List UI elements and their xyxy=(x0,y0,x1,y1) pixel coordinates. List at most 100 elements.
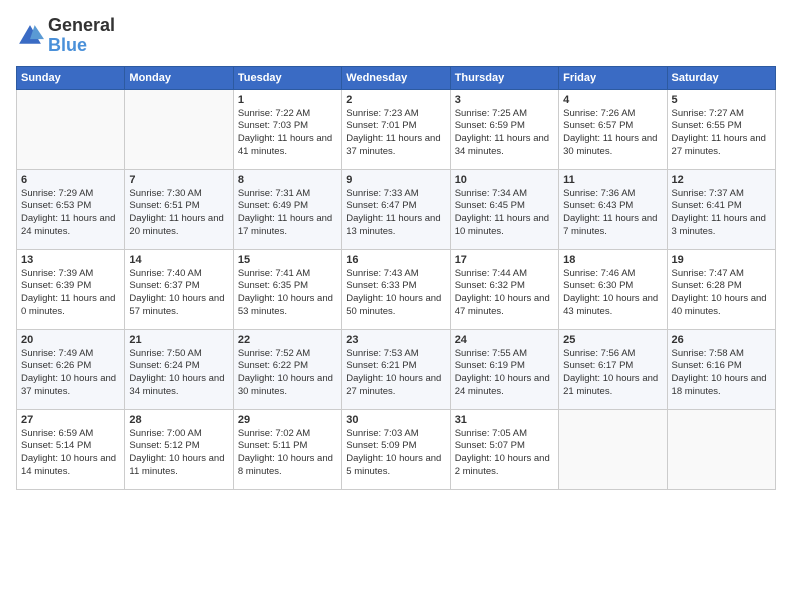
day-number: 24 xyxy=(455,334,554,346)
day-detail: Sunrise: 7:23 AMSunset: 7:01 PMDaylight:… xyxy=(346,108,445,159)
day-number: 21 xyxy=(129,334,228,346)
calendar-cell: 2 Sunrise: 7:23 AMSunset: 7:01 PMDaylight… xyxy=(342,89,450,169)
calendar-cell xyxy=(125,89,233,169)
calendar-cell: 26 Sunrise: 7:58 AMSunset: 6:16 PMDayligh… xyxy=(667,329,775,409)
calendar-week-row: 1 Sunrise: 7:22 AMSunset: 7:03 PMDaylight… xyxy=(17,89,776,169)
day-detail: Sunrise: 7:50 AMSunset: 6:24 PMDaylight:… xyxy=(129,348,228,399)
day-number: 25 xyxy=(563,334,662,346)
calendar-cell: 21 Sunrise: 7:50 AMSunset: 6:24 PMDayligh… xyxy=(125,329,233,409)
logo-icon xyxy=(16,22,44,50)
calendar-cell: 24 Sunrise: 7:55 AMSunset: 6:19 PMDayligh… xyxy=(450,329,558,409)
calendar-cell: 20Sunrise: 7:49 AMSunset: 6:26 PMDayligh… xyxy=(17,329,125,409)
calendar-cell: 3Sunrise: 7:25 AMSunset: 6:59 PMDaylight… xyxy=(450,89,558,169)
calendar-cell: 23 Sunrise: 7:53 AMSunset: 6:21 PMDayligh… xyxy=(342,329,450,409)
day-detail: Sunrise: 7:37 AMSunset: 6:41 PMDaylight:… xyxy=(672,188,771,239)
day-detail: Sunrise: 7:46 AMSunset: 6:30 PMDaylight:… xyxy=(563,268,662,319)
calendar-cell: 17 Sunrise: 7:44 AMSunset: 6:32 PMDayligh… xyxy=(450,249,558,329)
day-number: 11 xyxy=(563,174,662,186)
day-number: 23 xyxy=(346,334,445,346)
col-header-tuesday: Tuesday xyxy=(233,66,341,89)
col-header-monday: Monday xyxy=(125,66,233,89)
day-number: 29 xyxy=(238,414,337,426)
day-detail: Sunrise: 7:44 AMSunset: 6:32 PMDaylight:… xyxy=(455,268,554,319)
day-number: 5 xyxy=(672,94,771,106)
logo-text: General Blue xyxy=(48,16,115,56)
day-detail: Sunrise: 7:53 AMSunset: 6:21 PMDaylight:… xyxy=(346,348,445,399)
day-detail: Sunrise: 7:43 AMSunset: 6:33 PMDaylight:… xyxy=(346,268,445,319)
col-header-thursday: Thursday xyxy=(450,66,558,89)
calendar-cell: 15 Sunrise: 7:41 AMSunset: 6:35 PMDayligh… xyxy=(233,249,341,329)
calendar-cell: 19 Sunrise: 7:47 AMSunset: 6:28 PMDayligh… xyxy=(667,249,775,329)
day-detail: Sunrise: 7:41 AMSunset: 6:35 PMDaylight:… xyxy=(238,268,337,319)
day-number: 30 xyxy=(346,414,445,426)
day-number: 17 xyxy=(455,254,554,266)
day-detail: Sunrise: 7:52 AMSunset: 6:22 PMDaylight:… xyxy=(238,348,337,399)
day-detail: Sunrise: 7:40 AMSunset: 6:37 PMDaylight:… xyxy=(129,268,228,319)
calendar-cell: 29 Sunrise: 7:02 AMSunset: 5:11 PMDayligh… xyxy=(233,409,341,489)
day-number: 6 xyxy=(21,174,120,186)
day-detail: Sunrise: 7:55 AMSunset: 6:19 PMDaylight:… xyxy=(455,348,554,399)
calendar-cell: 28Sunrise: 7:00 AMSunset: 5:12 PMDayligh… xyxy=(125,409,233,489)
day-number: 9 xyxy=(346,174,445,186)
logo: General Blue xyxy=(16,16,115,56)
day-detail: Sunrise: 7:22 AMSunset: 7:03 PMDaylight:… xyxy=(238,108,337,159)
col-header-wednesday: Wednesday xyxy=(342,66,450,89)
day-number: 22 xyxy=(238,334,337,346)
page-header: General Blue xyxy=(16,16,776,56)
calendar-cell: 31Sunrise: 7:05 AMSunset: 5:07 PMDayligh… xyxy=(450,409,558,489)
calendar-cell: 27 Sunrise: 6:59 AMSunset: 5:14 PMDayligh… xyxy=(17,409,125,489)
day-number: 2 xyxy=(346,94,445,106)
day-detail: Sunrise: 7:27 AMSunset: 6:55 PMDaylight:… xyxy=(672,108,771,159)
day-number: 3 xyxy=(455,94,554,106)
col-header-friday: Friday xyxy=(559,66,667,89)
day-number: 16 xyxy=(346,254,445,266)
day-detail: Sunrise: 7:03 AMSunset: 5:09 PMDaylight:… xyxy=(346,428,445,479)
calendar-cell: 6 Sunrise: 7:29 AMSunset: 6:53 PMDaylight… xyxy=(17,169,125,249)
day-number: 18 xyxy=(563,254,662,266)
day-number: 26 xyxy=(672,334,771,346)
day-detail: Sunrise: 7:58 AMSunset: 6:16 PMDaylight:… xyxy=(672,348,771,399)
day-detail: Sunrise: 7:30 AMSunset: 6:51 PMDaylight:… xyxy=(129,188,228,239)
calendar-week-row: 27 Sunrise: 6:59 AMSunset: 5:14 PMDayligh… xyxy=(17,409,776,489)
day-number: 28 xyxy=(129,414,228,426)
calendar-cell: 22 Sunrise: 7:52 AMSunset: 6:22 PMDayligh… xyxy=(233,329,341,409)
calendar-cell: 9 Sunrise: 7:33 AMSunset: 6:47 PMDaylight… xyxy=(342,169,450,249)
day-detail: Sunrise: 7:47 AMSunset: 6:28 PMDaylight:… xyxy=(672,268,771,319)
day-number: 14 xyxy=(129,254,228,266)
day-detail: Sunrise: 7:49 AMSunset: 6:26 PMDaylight:… xyxy=(21,348,120,399)
col-header-saturday: Saturday xyxy=(667,66,775,89)
day-detail: Sunrise: 7:34 AMSunset: 6:45 PMDaylight:… xyxy=(455,188,554,239)
day-detail: Sunrise: 7:56 AMSunset: 6:17 PMDaylight:… xyxy=(563,348,662,399)
day-number: 12 xyxy=(672,174,771,186)
day-detail: Sunrise: 7:31 AMSunset: 6:49 PMDaylight:… xyxy=(238,188,337,239)
calendar-cell: 13 Sunrise: 7:39 AMSunset: 6:39 PMDayligh… xyxy=(17,249,125,329)
calendar-cell: 8 Sunrise: 7:31 AMSunset: 6:49 PMDaylight… xyxy=(233,169,341,249)
day-number: 8 xyxy=(238,174,337,186)
day-number: 19 xyxy=(672,254,771,266)
day-detail: Sunrise: 7:02 AMSunset: 5:11 PMDaylight:… xyxy=(238,428,337,479)
calendar-cell: 25 Sunrise: 7:56 AMSunset: 6:17 PMDayligh… xyxy=(559,329,667,409)
day-number: 7 xyxy=(129,174,228,186)
day-detail: Sunrise: 7:29 AMSunset: 6:53 PMDaylight:… xyxy=(21,188,120,239)
calendar-cell: 11 Sunrise: 7:36 AMSunset: 6:43 PMDayligh… xyxy=(559,169,667,249)
day-number: 13 xyxy=(21,254,120,266)
day-detail: Sunrise: 6:59 AMSunset: 5:14 PMDaylight:… xyxy=(21,428,120,479)
calendar-cell: 30 Sunrise: 7:03 AMSunset: 5:09 PMDayligh… xyxy=(342,409,450,489)
calendar-cell xyxy=(17,89,125,169)
calendar-cell: 18 Sunrise: 7:46 AMSunset: 6:30 PMDayligh… xyxy=(559,249,667,329)
day-detail: Sunrise: 7:05 AMSunset: 5:07 PMDaylight:… xyxy=(455,428,554,479)
day-number: 15 xyxy=(238,254,337,266)
col-header-sunday: Sunday xyxy=(17,66,125,89)
calendar-cell: 16 Sunrise: 7:43 AMSunset: 6:33 PMDayligh… xyxy=(342,249,450,329)
calendar-header-row: SundayMondayTuesdayWednesdayThursdayFrid… xyxy=(17,66,776,89)
day-detail: Sunrise: 7:36 AMSunset: 6:43 PMDaylight:… xyxy=(563,188,662,239)
calendar-cell xyxy=(667,409,775,489)
day-number: 27 xyxy=(21,414,120,426)
calendar-cell: 7 Sunrise: 7:30 AMSunset: 6:51 PMDaylight… xyxy=(125,169,233,249)
calendar-cell: 14 Sunrise: 7:40 AMSunset: 6:37 PMDayligh… xyxy=(125,249,233,329)
day-detail: Sunrise: 7:33 AMSunset: 6:47 PMDaylight:… xyxy=(346,188,445,239)
calendar-week-row: 13 Sunrise: 7:39 AMSunset: 6:39 PMDayligh… xyxy=(17,249,776,329)
day-number: 1 xyxy=(238,94,337,106)
day-detail: Sunrise: 7:39 AMSunset: 6:39 PMDaylight:… xyxy=(21,268,120,319)
calendar-cell: 1 Sunrise: 7:22 AMSunset: 7:03 PMDaylight… xyxy=(233,89,341,169)
